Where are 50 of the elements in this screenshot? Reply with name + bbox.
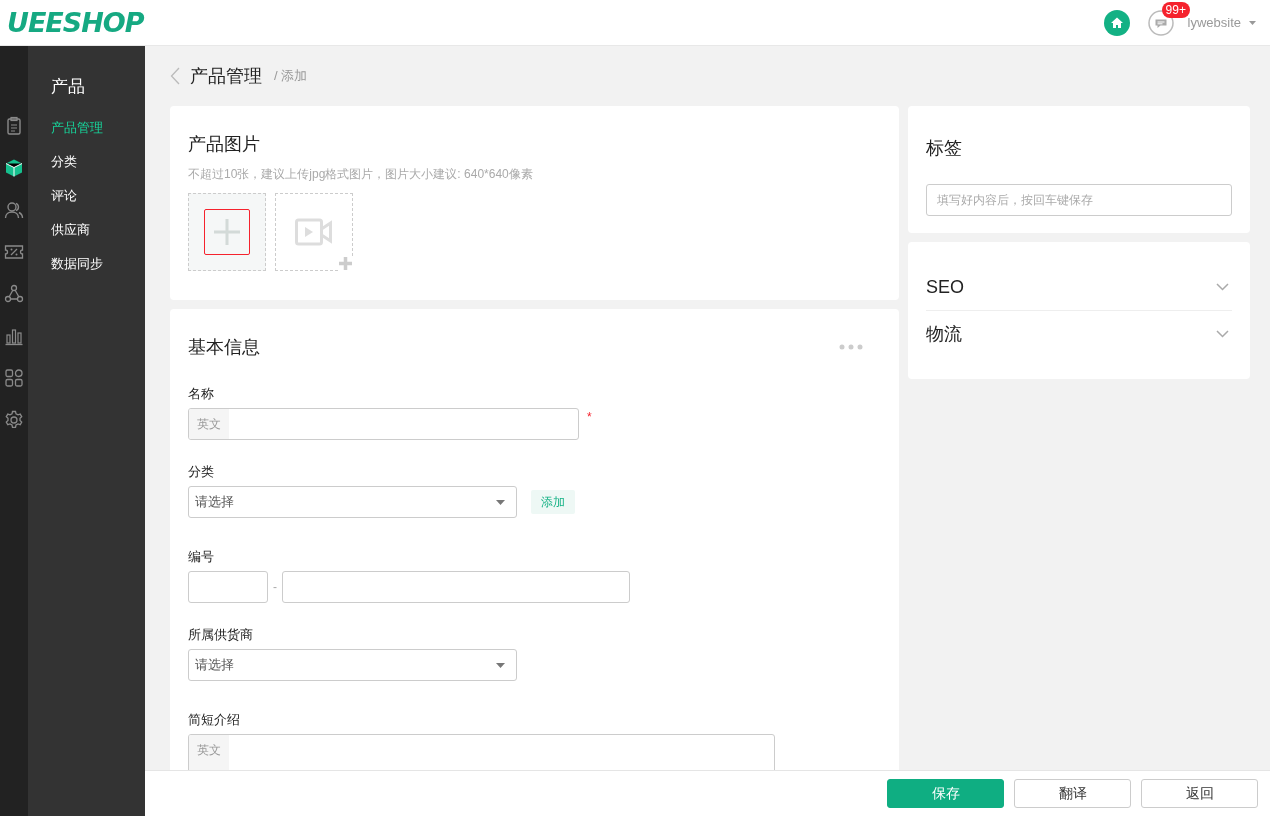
cube-icon[interactable] — [4, 158, 24, 178]
clipboard-icon[interactable] — [4, 116, 24, 136]
caret-icon — [1249, 20, 1256, 25]
plus-icon — [213, 218, 241, 246]
tag-input[interactable]: 填写好内容后，按回车键保存 — [926, 184, 1232, 216]
apps-icon[interactable] — [4, 368, 24, 388]
language-prefix: 英文 — [189, 409, 229, 439]
section-title: 物流 — [926, 323, 962, 346]
add-image-button[interactable] — [204, 209, 250, 255]
caret-icon — [496, 662, 505, 668]
action-button[interactable]: 翻译 — [1014, 779, 1131, 808]
required-mark: * — [587, 410, 592, 424]
upload-hint: 不超过10张，建议上传jpg格式图片，图片大小建议: 640*640像素 — [188, 166, 534, 183]
language-prefix: 英文 — [189, 735, 229, 770]
section-title: SEO — [926, 276, 964, 298]
select-field[interactable]: 请选择 — [188, 649, 517, 681]
breadcrumb-current: / 添加 — [274, 67, 308, 85]
sidebar-item[interactable]: 产品管理 — [51, 118, 145, 152]
user-name: lywebsite — [1187, 15, 1241, 30]
settings-icon[interactable] — [4, 410, 24, 430]
sidebar-item[interactable]: 数据同步 — [51, 254, 145, 288]
sidebar-title: 产品 — [51, 76, 86, 98]
field-label: 简短介绍 — [188, 711, 241, 729]
notification-badge: 99+ — [1161, 1, 1190, 18]
caret-icon — [496, 499, 505, 505]
sidebar-item[interactable]: 分类 — [51, 152, 145, 186]
section-header[interactable]: 物流 — [926, 310, 1232, 357]
field-label: 分类 — [188, 463, 215, 481]
code-prefix-input[interactable] — [188, 571, 268, 603]
video-camera-icon — [295, 218, 333, 246]
page-title: 产品管理 — [190, 65, 262, 88]
users-icon[interactable] — [4, 200, 24, 220]
card-title: 产品图片 — [188, 133, 261, 156]
action-button[interactable]: 返回 — [1141, 779, 1258, 808]
select-field[interactable]: 请选择 — [188, 486, 517, 518]
card-title: 标签 — [926, 137, 963, 160]
network-icon[interactable] — [4, 284, 24, 304]
field-label: 名称 — [188, 385, 215, 403]
code-input[interactable] — [282, 571, 630, 603]
separator: - — [273, 580, 277, 594]
sidebar-item[interactable]: 评论 — [51, 186, 145, 220]
coupon-icon[interactable] — [4, 242, 24, 262]
field-label: 所属供货商 — [188, 626, 254, 644]
sidebar-item[interactable]: 供应商 — [51, 220, 145, 254]
logo: UEESHOP — [7, 7, 144, 38]
field-label: 编号 — [188, 548, 215, 566]
card-title: 基本信息 — [188, 336, 260, 359]
home-icon[interactable] — [1103, 9, 1130, 36]
section-header[interactable]: SEO — [926, 264, 1232, 310]
bar-chart-icon[interactable] — [4, 326, 24, 346]
